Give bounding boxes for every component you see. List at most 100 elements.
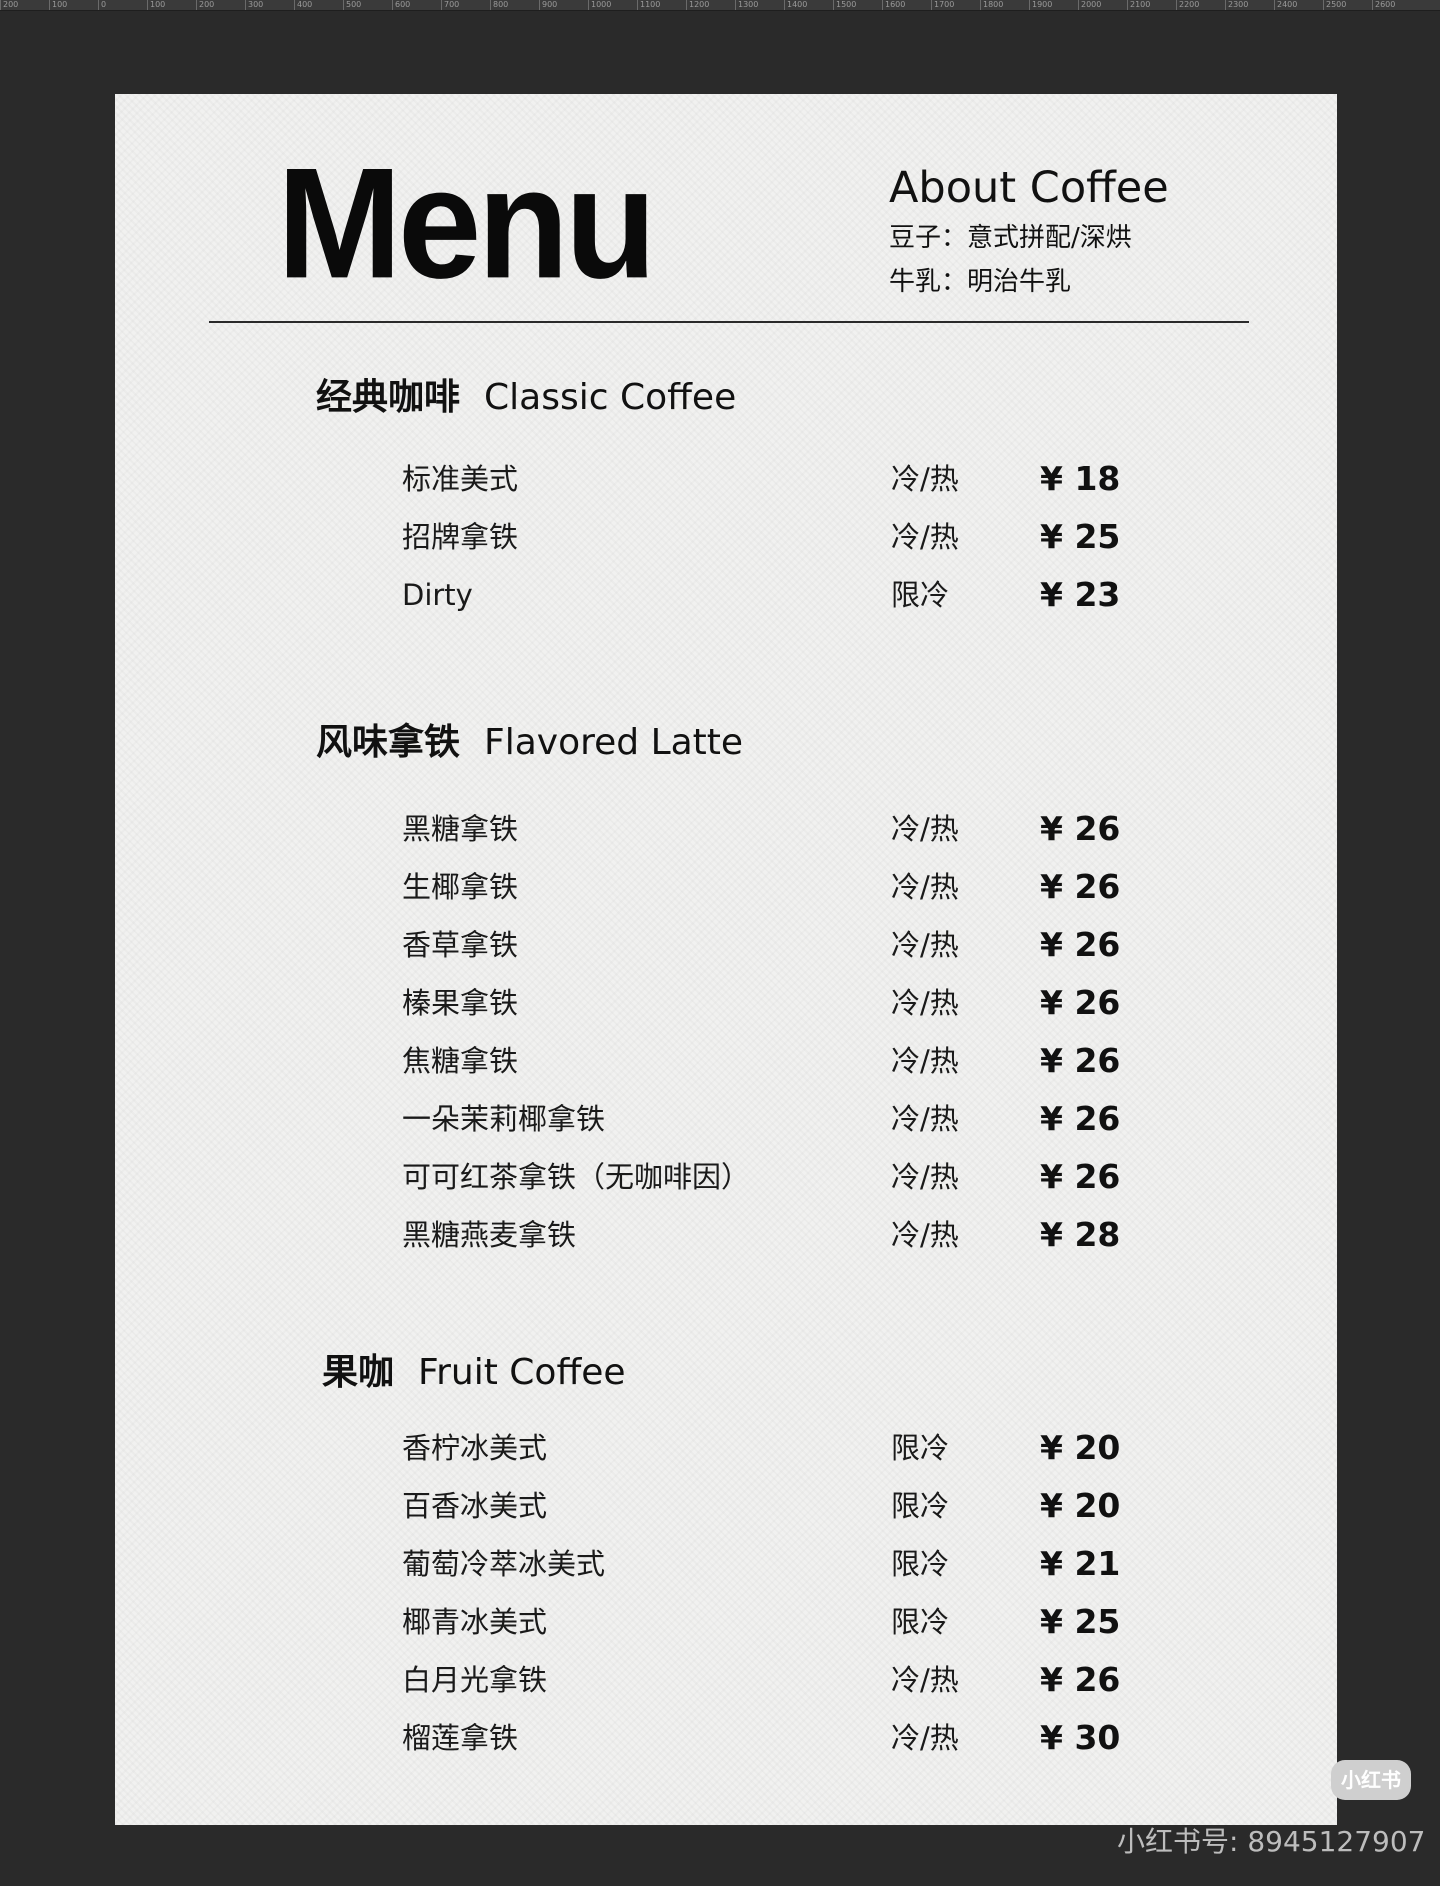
item-price: ¥ 30	[1040, 1718, 1121, 1757]
ruler-tick: 2600	[1372, 0, 1421, 10]
item-temp: 限冷	[891, 1489, 950, 1523]
menu-item: Dirty 限冷 ¥ 23	[115, 571, 1337, 619]
item-name: 百香冰美式	[402, 1489, 548, 1523]
item-name: 香草拿铁	[402, 928, 519, 962]
menu-item: 可可红茶拿铁（无咖啡因） 冷/热 ¥ 26	[115, 1153, 1337, 1201]
item-price: ¥ 26	[1040, 867, 1121, 906]
item-name: 榛果拿铁	[402, 986, 519, 1020]
item-price: ¥ 26	[1040, 983, 1121, 1022]
item-temp: 冷/热	[891, 928, 959, 962]
section-heading-classic: 经典咖啡 Classic Coffee	[316, 376, 736, 420]
item-name: 生椰拿铁	[402, 870, 519, 904]
ruler-tick: 500	[343, 0, 392, 10]
ruler-tick: 1500	[833, 0, 882, 10]
item-price: ¥ 25	[1040, 1602, 1121, 1641]
item-temp: 冷/热	[891, 1218, 959, 1252]
item-temp: 冷/热	[891, 812, 959, 846]
item-name: 招牌拿铁	[402, 520, 519, 554]
ruler-tick: 1900	[1029, 0, 1078, 10]
ruler-tick: 1000	[588, 0, 637, 10]
menu-item: 标准美式 冷/热 ¥ 18	[115, 455, 1337, 503]
xiaohongshu-logo-badge: 小红书	[1331, 1760, 1411, 1800]
menu-item: 焦糖拿铁 冷/热 ¥ 26	[115, 1037, 1337, 1085]
item-name: 白月光拿铁	[402, 1663, 548, 1697]
item-temp: 冷/热	[891, 1721, 959, 1755]
ruler-tick: 2300	[1225, 0, 1274, 10]
ruler-tick: 1200	[686, 0, 735, 10]
section-title-en: Classic Coffee	[484, 377, 737, 418]
ruler-tick: 2500	[1323, 0, 1372, 10]
ruler-tick: 1400	[784, 0, 833, 10]
menu-item: 一朵茉莉椰拿铁 冷/热 ¥ 26	[115, 1095, 1337, 1143]
about-coffee-title: About Coffee	[889, 163, 1169, 213]
item-name: 焦糖拿铁	[402, 1044, 519, 1078]
item-temp: 冷/热	[891, 870, 959, 904]
item-temp: 冷/热	[891, 520, 959, 554]
menu-item: 榛果拿铁 冷/热 ¥ 26	[115, 979, 1337, 1027]
item-temp: 冷/热	[891, 462, 959, 496]
section-title-cn: 经典咖啡	[316, 377, 461, 418]
menu-item: 白月光拿铁 冷/热 ¥ 26	[115, 1656, 1337, 1704]
menu-item: 椰青冰美式 限冷 ¥ 25	[115, 1598, 1337, 1646]
item-name: 黑糖燕麦拿铁	[402, 1218, 577, 1252]
menu-title: Menu	[277, 134, 657, 311]
item-name: 葡萄冷萃冰美式	[402, 1547, 606, 1581]
menu-item: 香柠冰美式 限冷 ¥ 20	[115, 1424, 1337, 1472]
item-temp: 冷/热	[891, 1044, 959, 1078]
about-coffee-block: About Coffee 豆子：意式拼配/深烘 牛乳：明治牛乳	[889, 162, 1169, 304]
item-name: Dirty	[402, 578, 473, 612]
ruler-tick: 600	[392, 0, 441, 10]
item-price: ¥ 26	[1040, 1099, 1121, 1138]
ruler-tick: 700	[441, 0, 490, 10]
item-temp: 冷/热	[891, 1160, 959, 1194]
ruler-tick: 400	[294, 0, 343, 10]
menu-paper: Menu About Coffee 豆子：意式拼配/深烘 牛乳：明治牛乳 经典咖…	[115, 94, 1337, 1825]
item-temp: 冷/热	[891, 986, 959, 1020]
menu-item: 招牌拿铁 冷/热 ¥ 25	[115, 513, 1337, 561]
section-heading-flavored: 风味拿铁 Flavored Latte	[316, 721, 743, 765]
item-temp: 限冷	[891, 1605, 950, 1639]
ruler-tick: 800	[490, 0, 539, 10]
ruler-tick: 2400	[1274, 0, 1323, 10]
item-name: 椰青冰美式	[402, 1605, 548, 1639]
ruler-tick: 100	[147, 0, 196, 10]
ruler-tick: 2000	[1078, 0, 1127, 10]
item-temp: 限冷	[891, 578, 950, 612]
ruler-tick: 200	[196, 0, 245, 10]
ruler-tick: 2100	[1127, 0, 1176, 10]
ruler-tick: 300	[245, 0, 294, 10]
item-price: ¥ 25	[1040, 517, 1121, 556]
item-price: ¥ 26	[1040, 1660, 1121, 1699]
item-name: 标准美式	[402, 462, 519, 496]
item-temp: 冷/热	[891, 1663, 959, 1697]
item-name: 榴莲拿铁	[402, 1721, 519, 1755]
item-price: ¥ 23	[1040, 575, 1121, 614]
item-price: ¥ 26	[1040, 1041, 1121, 1080]
item-price: ¥ 20	[1040, 1428, 1121, 1467]
item-price: ¥ 28	[1040, 1215, 1121, 1254]
menu-item: 百香冰美式 限冷 ¥ 20	[115, 1482, 1337, 1530]
photoshop-ruler: 200 100 0 100 200 300 400 500 600 700 800 900 1000 11…	[0, 0, 1440, 11]
ruler-tick: 1300	[735, 0, 784, 10]
item-price: ¥ 21	[1040, 1544, 1121, 1583]
ruler-tick: 1600	[882, 0, 931, 10]
item-name: 香柠冰美式	[402, 1431, 548, 1465]
ruler-tick: 1100	[637, 0, 686, 10]
item-price: ¥ 26	[1040, 809, 1121, 848]
item-name: 黑糖拿铁	[402, 812, 519, 846]
item-price: ¥ 26	[1040, 925, 1121, 964]
ruler-tick: 0	[98, 0, 147, 10]
header-divider	[209, 321, 1249, 323]
section-title-en: Flavored Latte	[484, 722, 744, 763]
beans-info: 豆子：意式拼配/深烘	[889, 223, 1132, 253]
section-title-cn: 风味拿铁	[316, 722, 461, 763]
milk-info: 牛乳：明治牛乳	[889, 267, 1072, 297]
section-title-cn: 果咖	[322, 1352, 395, 1393]
section-title-en: Fruit Coffee	[418, 1352, 626, 1393]
item-price: ¥ 20	[1040, 1486, 1121, 1525]
item-name: 一朵茉莉椰拿铁	[402, 1102, 606, 1136]
menu-item: 黑糖燕麦拿铁 冷/热 ¥ 28	[115, 1211, 1337, 1259]
item-temp: 限冷	[891, 1431, 950, 1465]
menu-item: 葡萄冷萃冰美式 限冷 ¥ 21	[115, 1540, 1337, 1588]
item-temp: 限冷	[891, 1547, 950, 1581]
